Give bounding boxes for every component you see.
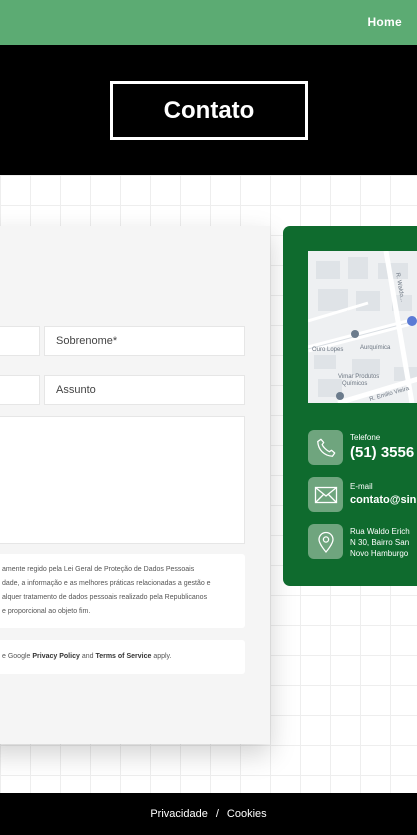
phone-icon (308, 430, 343, 465)
footer-privacy-link[interactable]: Privacidade (150, 808, 207, 820)
address-text: Rua Waldo Erich N 30, Bairro San Novo Ha… (350, 526, 410, 559)
lgpd-line: dade, a informação e as melhores prática… (2, 580, 211, 587)
address-line: Rua Waldo Erich (350, 527, 410, 536)
page-title: Contato (163, 96, 255, 124)
map-label: Ouro Lopes (312, 347, 343, 353)
phone-value[interactable]: (51) 3556 (350, 444, 414, 461)
map-label: Químicos (342, 381, 367, 387)
footer-separator: / (215, 808, 219, 820)
top-nav-bar: Home (0, 0, 417, 45)
lgpd-line: amente regido pela Lei Geral de Proteção… (2, 566, 195, 573)
email-label: E-mail (350, 482, 373, 491)
address-line: N 30, Bairro San (350, 538, 410, 547)
phone-label: Telefone (350, 433, 381, 442)
map-label: Aurquímica (360, 345, 391, 351)
recaptcha-notice: e Google Privacy Policy and Terms of Ser… (0, 640, 245, 674)
recaptcha-apply: apply. (153, 653, 172, 660)
first-name-field[interactable] (0, 326, 40, 356)
terms-of-service-link[interactable]: Terms of Service (95, 653, 151, 660)
email-value[interactable]: contato@sin (350, 494, 416, 506)
last-name-placeholder: Sobrenome* (56, 335, 118, 347)
last-name-field[interactable]: Sobrenome* (44, 326, 245, 356)
email-input-field[interactable] (0, 375, 40, 405)
privacy-policy-link[interactable]: Privacy Policy (32, 653, 79, 660)
hero-title-box: Contato (110, 81, 308, 140)
message-textarea[interactable] (0, 416, 245, 544)
footer-bar: Privacidade / Cookies (0, 793, 417, 835)
contact-info-card: Aurquímica Ouro Lopes Vimar Produtos Quí… (283, 226, 417, 586)
subject-placeholder: Assunto (56, 384, 96, 396)
nav-home-link[interactable]: Home (367, 15, 402, 29)
footer-cookies-link[interactable]: Cookies (227, 808, 267, 820)
recaptcha-prefix: e Google (2, 653, 31, 660)
recaptcha-and: and (81, 653, 94, 660)
lgpd-line: alquer tratamento de dados pessoais real… (2, 594, 208, 601)
hero-banner: Contato (0, 45, 417, 175)
contact-form-card: Sobrenome* Assunto amente regido pela Le… (0, 226, 270, 744)
map-drawing: Aurquímica Ouro Lopes Vimar Produtos Quí… (308, 251, 417, 403)
map-label: Vimar Produtos (338, 374, 379, 380)
envelope-icon (308, 477, 343, 512)
lgpd-notice: amente regido pela Lei Geral de Proteção… (0, 554, 245, 628)
map-pin-icon (308, 524, 343, 559)
location-map[interactable]: Aurquímica Ouro Lopes Vimar Produtos Quí… (308, 251, 417, 403)
subject-field[interactable]: Assunto (44, 375, 245, 405)
lgpd-line: e proporcional ao objeto fim. (2, 608, 91, 615)
address-line: Novo Hamburgo (350, 549, 409, 558)
